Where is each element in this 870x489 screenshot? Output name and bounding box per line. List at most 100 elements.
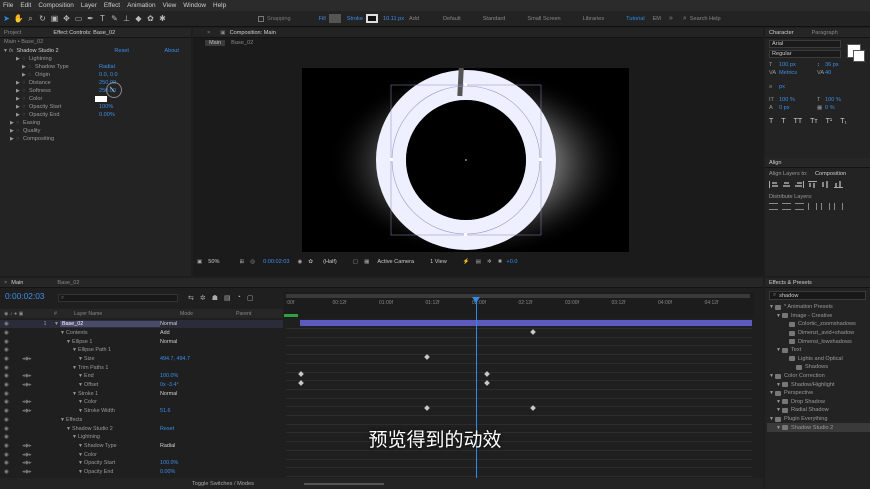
handle-left[interactable] bbox=[390, 158, 393, 161]
visibility-icon[interactable]: ◉ bbox=[0, 382, 22, 388]
workspace-libraries[interactable]: Libraries bbox=[583, 16, 604, 22]
view-layout-select[interactable]: 1 View bbox=[430, 259, 447, 265]
visibility-icon[interactable]: ◉ bbox=[0, 339, 22, 345]
resolution-select[interactable]: (Half) bbox=[323, 259, 337, 265]
property-row[interactable]: ◉ ◂◆▸ ▼ Size 494.7, 494.7 bbox=[0, 355, 283, 363]
stopwatch-icon[interactable]: ◌ bbox=[28, 64, 35, 70]
effect-property-row[interactable]: ▶ ◌ Easing bbox=[0, 119, 191, 127]
menu-view[interactable]: View bbox=[163, 2, 177, 9]
align-hcenter-icon[interactable] bbox=[782, 181, 791, 188]
workspace-small-screen[interactable]: Small Screen bbox=[527, 16, 560, 22]
flowchart-icon[interactable]: ✲ bbox=[487, 259, 492, 265]
effects-tree-item[interactable]: Dimensi_lowshadows bbox=[767, 337, 870, 346]
layer-property-value[interactable]: Normal bbox=[160, 339, 177, 345]
selection-tool-icon[interactable]: ➤ bbox=[1, 13, 12, 24]
effects-tree-item[interactable]: Shadows bbox=[767, 363, 870, 372]
show-channel-icon[interactable]: ✿ bbox=[308, 259, 313, 265]
effects-tree-item[interactable]: ▼ Radial Shadow bbox=[767, 406, 870, 415]
menu-window[interactable]: Window bbox=[183, 2, 206, 9]
handle-top[interactable] bbox=[464, 83, 467, 86]
keyframe-nav-icon[interactable]: ◂◆▸ bbox=[22, 408, 36, 414]
time-ruler[interactable]: :00f 00:12f 01:00f 01:12f 02:00f 02:12f 03:00f… bbox=[284, 292, 754, 318]
property-row[interactable]: ◉ ◂◆▸ ▼ Stroke Width 51.6 bbox=[0, 407, 283, 415]
workspace-em[interactable]: EM bbox=[653, 16, 661, 22]
search-help-input[interactable]: Search Help bbox=[690, 16, 721, 22]
subtab-main[interactable]: Main bbox=[205, 40, 226, 46]
pen-tool-icon[interactable]: ✒ bbox=[85, 13, 96, 24]
align-bottom-icon[interactable] bbox=[834, 181, 843, 188]
visibility-icon[interactable]: ◉ bbox=[0, 399, 22, 405]
property-row[interactable]: ◉ ◂◆▸ ▼ Opacity End 0.00% bbox=[0, 468, 283, 476]
handle-bottom[interactable] bbox=[464, 233, 467, 236]
stopwatch-icon[interactable]: ◌ bbox=[22, 104, 29, 110]
font-family-select[interactable]: Arial bbox=[769, 40, 841, 48]
fast-preview-icon[interactable]: ⚡ bbox=[463, 259, 470, 265]
effect-property-row[interactable]: ▶ ◌ Opacity Start 100% bbox=[0, 103, 191, 111]
visibility-icon[interactable]: ◉ bbox=[0, 469, 22, 475]
layer-property-value[interactable]: 494.7, 494.7 bbox=[160, 356, 190, 362]
layer-property-value[interactable]: 0.00% bbox=[160, 469, 175, 475]
layer-duration-bar[interactable] bbox=[300, 320, 752, 326]
parent-column[interactable]: Parent bbox=[236, 311, 251, 317]
layer-property-value[interactable]: 0x -3.4° bbox=[160, 382, 179, 388]
close-icon[interactable]: × bbox=[207, 30, 210, 36]
distribute-5-icon[interactable] bbox=[821, 203, 830, 210]
anchor-point[interactable] bbox=[465, 159, 467, 161]
layer-property-value[interactable]: 100.0% bbox=[160, 373, 178, 379]
always-preview-icon[interactable]: ▣ bbox=[197, 259, 202, 265]
keyframe-nav-icon[interactable]: ◂◆▸ bbox=[22, 382, 36, 388]
small-caps-button[interactable]: Tт bbox=[810, 118, 817, 125]
snapshot-icon[interactable]: ◉ bbox=[298, 259, 303, 265]
property-row[interactable]: ◉ ◂◆▸ ▼ Offset 0x -3.4° bbox=[0, 381, 283, 389]
color-swatch[interactable] bbox=[95, 96, 107, 102]
distribute-3-icon[interactable] bbox=[795, 203, 804, 210]
visibility-icon[interactable]: ◉ bbox=[0, 460, 22, 466]
zoom-tool-icon[interactable]: ⌕ bbox=[25, 13, 36, 24]
menu-help[interactable]: Help bbox=[213, 2, 226, 9]
effects-tree-item[interactable]: ▼ Text bbox=[767, 346, 870, 355]
visibility-icon[interactable]: ◉ bbox=[0, 391, 22, 397]
hand-tool-icon[interactable]: ✋ bbox=[13, 13, 24, 24]
magnification-select[interactable]: 50% bbox=[208, 259, 219, 265]
property-row[interactable]: ◉ ▼ Stroke 1 Normal bbox=[0, 390, 283, 398]
effect-property-row[interactable]: ▶ ◌ Quality bbox=[0, 127, 191, 135]
distribute-4-icon[interactable] bbox=[808, 203, 817, 210]
workspace-tutorial[interactable]: Tutorial bbox=[626, 16, 644, 22]
timeline-icon[interactable]: ▤ bbox=[476, 259, 481, 265]
kerning-value[interactable]: Metrics bbox=[779, 70, 817, 76]
property-row[interactable]: ◉ ▼ Ellipse Path 1 bbox=[0, 346, 283, 354]
close-icon[interactable]: × bbox=[4, 280, 7, 286]
graph-editor-icon[interactable]: ▢ bbox=[247, 294, 254, 302]
property-row[interactable]: ◉ ◂◆▸ ▼ Opacity Start 100.0% bbox=[0, 459, 283, 467]
workspace-default[interactable]: Default bbox=[443, 16, 461, 22]
property-row[interactable]: ◉ ▼ Contents Add bbox=[0, 329, 283, 337]
work-area-bar[interactable] bbox=[286, 294, 750, 298]
superscript-button[interactable]: T¹ bbox=[826, 118, 833, 125]
visibility-icon[interactable]: ◉ bbox=[0, 347, 22, 353]
draft-3d-icon[interactable]: ✲ bbox=[200, 294, 206, 302]
distribute-1-icon[interactable] bbox=[769, 203, 778, 210]
toggle-switches-modes-button[interactable]: Toggle Switches / Modes bbox=[192, 481, 254, 487]
effect-about-button[interactable]: About bbox=[164, 48, 179, 54]
timeline-search-input[interactable]: ⌕ bbox=[58, 294, 178, 302]
add-label[interactable]: Add bbox=[409, 16, 419, 22]
effect-property-value[interactable]: Radial bbox=[99, 64, 115, 70]
horizontal-scale-value[interactable]: 100 % bbox=[825, 97, 841, 103]
color-swatches[interactable] bbox=[847, 44, 865, 62]
menu-file[interactable]: File bbox=[3, 2, 13, 9]
brush-tool-icon[interactable]: ✎ bbox=[109, 13, 120, 24]
shy-layers-icon[interactable]: ☗ bbox=[212, 294, 218, 302]
stopwatch-icon[interactable]: ◌ bbox=[28, 72, 35, 78]
visibility-icon[interactable]: ◉ bbox=[0, 408, 22, 414]
stopwatch-icon[interactable]: ◌ bbox=[22, 112, 29, 118]
exposure-value[interactable]: +0.0 bbox=[506, 259, 517, 265]
effects-tree-item[interactable]: Lights and Optical bbox=[767, 355, 870, 364]
stopwatch-icon[interactable]: ◌ bbox=[22, 88, 29, 94]
workspace-standard[interactable]: Standard bbox=[483, 16, 506, 22]
stopwatch-icon[interactable]: ◌ bbox=[22, 80, 29, 86]
layer-property-value[interactable]: Normal bbox=[160, 321, 177, 327]
transparency-grid-icon[interactable]: ▦ bbox=[364, 259, 369, 265]
tab-character[interactable]: Character bbox=[769, 30, 794, 36]
baseline-value[interactable]: 0 px bbox=[779, 105, 817, 111]
property-row[interactable]: ◉ ▼ Ellipse 1 Normal bbox=[0, 337, 283, 345]
